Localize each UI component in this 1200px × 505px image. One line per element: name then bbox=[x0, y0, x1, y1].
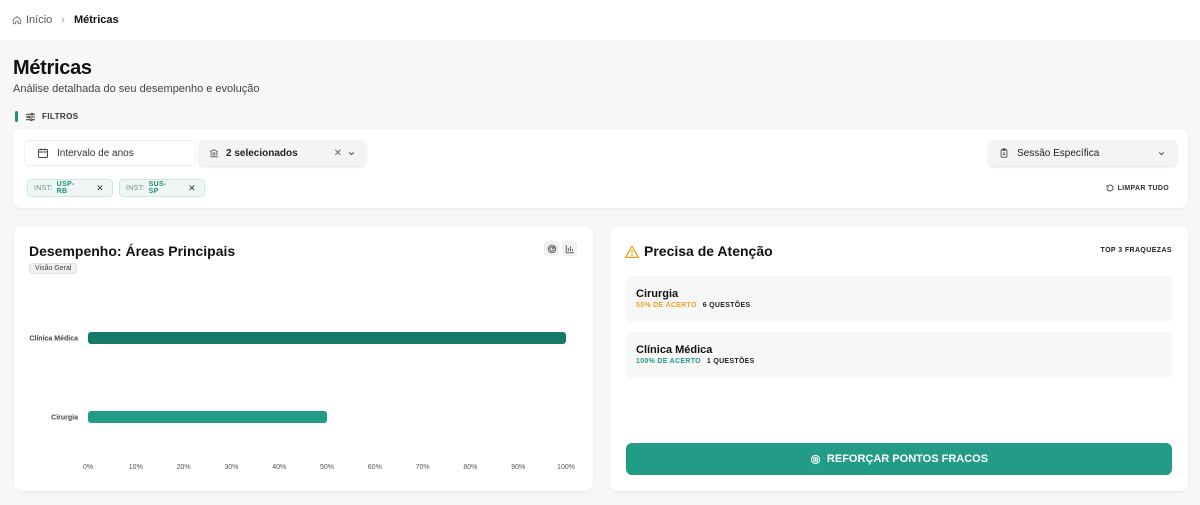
reinforce-label: REFORÇAR PONTOS FRACOS bbox=[826, 453, 989, 465]
attention-card: Precisa de Atenção TOP 3 FRAQUEZAS Cirur… bbox=[610, 226, 1188, 491]
x-tick-label: 80% bbox=[463, 464, 477, 471]
overview-badge: Visão Geral bbox=[29, 263, 78, 274]
weakness-item[interactable]: Cirurgia 50% DE ACERTO 6 QUESTÕES bbox=[626, 276, 1172, 322]
sliders-icon bbox=[25, 112, 36, 122]
x-tick-label: 50% bbox=[320, 464, 334, 471]
clear-all-button[interactable]: LIMPAR TUDO bbox=[1106, 184, 1169, 192]
chevron-right-icon: › bbox=[61, 14, 65, 26]
breadcrumb-current: Métricas bbox=[73, 14, 119, 26]
filter-chip: INST: USP-RB ✕ bbox=[27, 179, 113, 197]
breadcrumb-home[interactable]: Início bbox=[12, 14, 52, 26]
filters-header: FILTROS bbox=[15, 111, 78, 122]
weakness-item[interactable]: Clínica Médica 100% DE ACERTO 1 QUESTÕES bbox=[626, 332, 1172, 378]
performance-bar-chart: Clínica Médica Cirurgia 0% 10% 20% 30% 40% 50% 6… bbox=[29, 332, 575, 471]
filters-label: FILTROS bbox=[42, 112, 79, 121]
filter-chip: INST: SUS-SP ✕ bbox=[119, 179, 205, 197]
warning-icon bbox=[625, 245, 639, 258]
weakness-meta: 100% DE ACERTO 1 QUESTÕES bbox=[636, 358, 755, 365]
institution-icon bbox=[209, 148, 219, 158]
institution-select[interactable]: 2 selecionados ✕ bbox=[199, 140, 366, 166]
radar-view-button[interactable] bbox=[544, 241, 559, 256]
target-icon bbox=[810, 454, 821, 465]
year-range-label: Intervalo de anos bbox=[57, 147, 134, 159]
reset-icon bbox=[1106, 184, 1114, 192]
institution-select-value: 2 selecionados bbox=[226, 147, 298, 159]
weakness-name: Cirurgia bbox=[636, 288, 679, 300]
top-weaknesses-label: TOP 3 FRAQUEZAS bbox=[1100, 247, 1172, 254]
x-tick-label: 60% bbox=[368, 464, 382, 471]
home-icon bbox=[12, 15, 22, 25]
weakness-accuracy: 100% DE ACERTO bbox=[636, 358, 701, 365]
chip-value: USP-RB bbox=[56, 181, 75, 195]
chart-view-toggle bbox=[544, 241, 577, 256]
chevron-down-icon bbox=[1157, 149, 1166, 158]
page-title: Métricas bbox=[13, 57, 92, 79]
performance-card: Desempenho: Áreas Principais Visão Geral… bbox=[14, 226, 593, 491]
calendar-icon bbox=[37, 147, 49, 159]
x-tick-label: 20% bbox=[177, 464, 191, 471]
x-tick-label: 30% bbox=[224, 464, 238, 471]
performance-title: Desempenho: Áreas Principais bbox=[29, 243, 236, 259]
attention-header: Precisa de Atenção bbox=[625, 243, 773, 259]
x-tick-label: 100% bbox=[557, 464, 575, 471]
clear-all-label: LIMPAR TUDO bbox=[1117, 184, 1169, 192]
weakness-accuracy: 50% DE ACERTO bbox=[636, 302, 697, 309]
weakness-questions: 6 QUESTÕES bbox=[702, 302, 751, 309]
filters-panel: Intervalo de anos 2 selecionados ✕ Sessã… bbox=[13, 129, 1188, 208]
category-label: Clínica Médica bbox=[29, 336, 78, 343]
x-tick-label: 70% bbox=[416, 464, 430, 471]
radar-icon bbox=[547, 244, 556, 253]
accent-bar bbox=[15, 111, 18, 122]
x-tick-label: 90% bbox=[511, 464, 525, 471]
year-range-picker[interactable]: Intervalo de anos bbox=[24, 140, 196, 166]
bar-chart-icon bbox=[565, 244, 574, 253]
weakness-name: Clínica Médica bbox=[636, 344, 713, 356]
x-tick-label: 0% bbox=[83, 464, 93, 471]
attention-title: Precisa de Atenção bbox=[644, 243, 773, 259]
bar[interactable] bbox=[88, 332, 566, 344]
category-label: Cirurgia bbox=[51, 415, 78, 422]
reinforce-weak-points-button[interactable]: REFORÇAR PONTOS FRACOS bbox=[626, 443, 1172, 475]
weakness-meta: 50% DE ACERTO 6 QUESTÕES bbox=[636, 302, 750, 309]
breadcrumb-home-label: Início bbox=[26, 14, 53, 26]
session-select[interactable]: Sessão Específica bbox=[988, 140, 1177, 166]
chip-prefix: INST: bbox=[34, 184, 53, 192]
clipboard-icon bbox=[999, 148, 1009, 158]
breadcrumb: Início › Métricas bbox=[0, 0, 1200, 40]
page-subtitle: Análise detalhada do seu desempenho e ev… bbox=[13, 83, 260, 95]
remove-chip-icon[interactable]: ✕ bbox=[188, 183, 196, 194]
clear-selection-icon[interactable]: ✕ bbox=[334, 148, 342, 159]
remove-chip-icon[interactable]: ✕ bbox=[96, 183, 104, 194]
bar[interactable] bbox=[88, 411, 327, 423]
session-select-value: Sessão Específica bbox=[1017, 147, 1100, 159]
bar-view-button[interactable] bbox=[562, 241, 577, 256]
chevron-down-icon[interactable] bbox=[347, 149, 356, 158]
x-tick-label: 40% bbox=[272, 464, 286, 471]
weakness-questions: 1 QUESTÕES bbox=[706, 358, 755, 365]
chip-prefix: INST: bbox=[126, 184, 145, 192]
x-tick-label: 10% bbox=[129, 464, 143, 471]
chip-value: SUS-SP bbox=[148, 181, 167, 195]
